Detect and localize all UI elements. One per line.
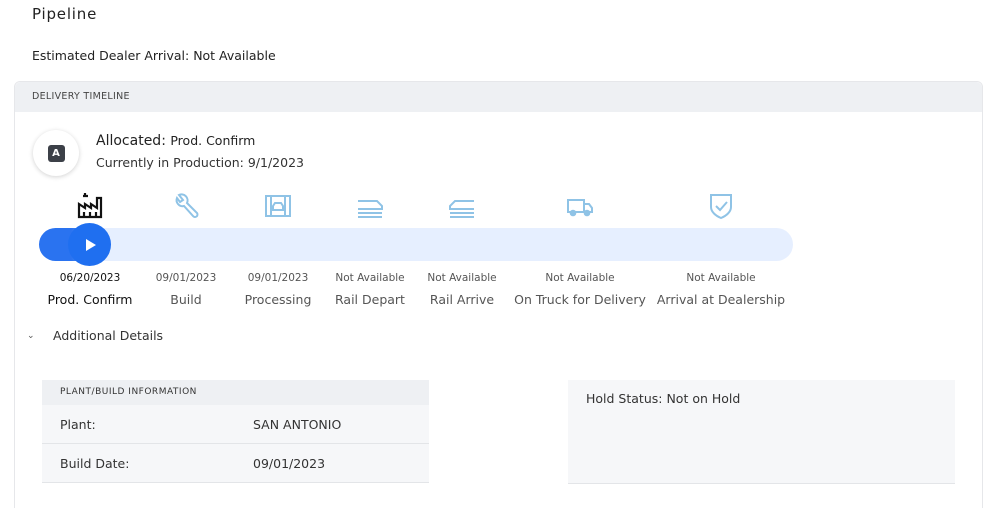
rail-arrive-icon — [447, 192, 477, 220]
play-icon — [85, 238, 96, 251]
status-title-main: Allocated: — [96, 133, 166, 149]
estimated-arrival-value: Not Available — [193, 48, 276, 63]
stage-date-arrival: Not Available — [686, 272, 756, 284]
stage-date-on-truck: Not Available — [545, 272, 615, 284]
status-badge: A — [47, 144, 65, 162]
wrench-icon — [171, 192, 201, 220]
stage-label-arrival: Arrival at Dealership — [656, 292, 786, 307]
delivery-timeline-header: DELIVERY TIMELINE — [15, 82, 982, 112]
status-title: Allocated: Prod. Confirm — [96, 133, 255, 149]
truck-icon — [565, 192, 595, 220]
status-line: Currently in Production: 9/1/2023 — [96, 155, 304, 170]
status-title-sub: Prod. Confirm — [170, 133, 256, 148]
additional-details-label: Additional Details — [53, 328, 164, 343]
additional-details-toggle[interactable]: ⌄ Additional Details — [27, 328, 163, 343]
hold-status-box: Hold Status: Not on Hold — [568, 380, 955, 484]
hold-status: Hold Status: Not on Hold — [586, 391, 741, 406]
play-button[interactable] — [68, 223, 111, 266]
assembly-icon — [263, 192, 293, 220]
shield-check-icon — [706, 192, 736, 220]
chevron-down-icon: ⌄ — [27, 330, 35, 341]
status-badge-circle: A — [33, 130, 79, 176]
build-date-row: Build Date: 09/01/2023 — [42, 444, 429, 483]
delivery-timeline-card: DELIVERY TIMELINE A Allocated: Prod. Con… — [14, 81, 983, 508]
plant-build-header: PLANT/BUILD INFORMATION — [42, 380, 429, 405]
plant-build-info: PLANT/BUILD INFORMATION Plant: SAN ANTON… — [42, 380, 429, 483]
build-date-label: Build Date: — [60, 456, 130, 471]
estimated-arrival: Estimated Dealer Arrival: Not Available — [32, 48, 276, 63]
stage-label-on-truck: On Truck for Delivery — [514, 292, 646, 307]
plant-row: Plant: SAN ANTONIO — [42, 405, 429, 444]
build-date-value: 09/01/2023 — [253, 456, 326, 471]
estimated-arrival-label: Estimated Dealer Arrival: — [32, 48, 190, 63]
page-title: Pipeline — [32, 5, 98, 23]
rail-depart-icon — [355, 192, 385, 220]
plant-value: SAN ANTONIO — [253, 417, 342, 432]
factory-icon — [75, 192, 105, 220]
timeline-progress-track — [39, 228, 793, 261]
plant-label: Plant: — [60, 417, 96, 432]
